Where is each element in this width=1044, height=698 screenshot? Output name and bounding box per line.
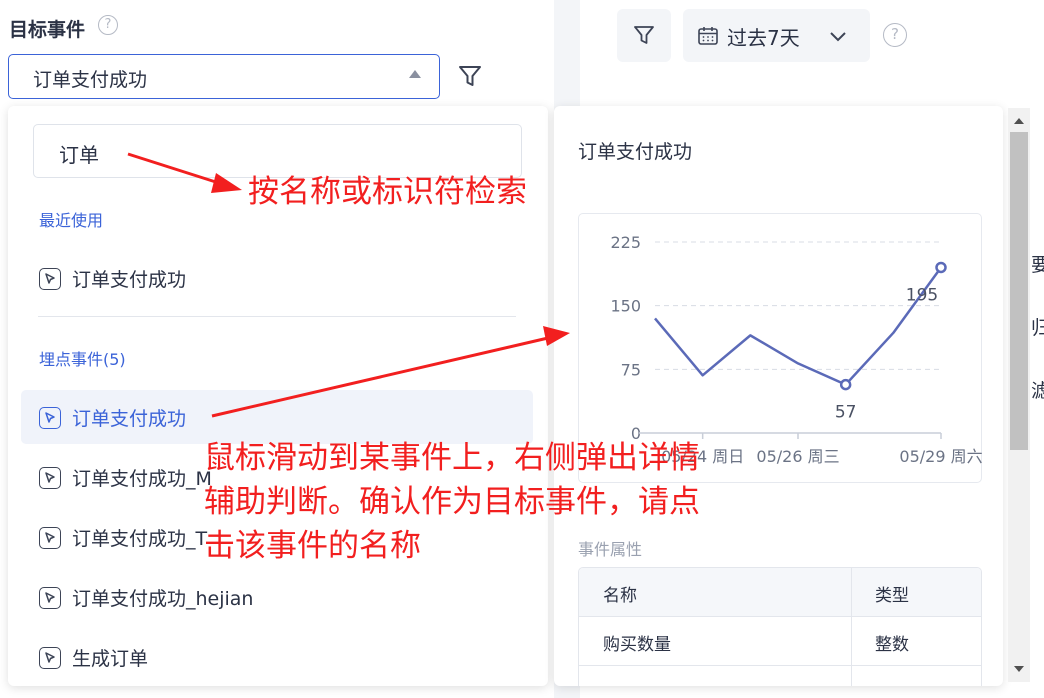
section-divider xyxy=(38,316,516,317)
event-detail-popover: 订单支付成功 225 150 75 0 05/24 周日 05/26 周三 05/29 周六… xyxy=(554,106,1003,686)
cursor-click-icon xyxy=(39,587,61,609)
cursor-click-icon xyxy=(39,268,61,290)
chevron-down-icon xyxy=(830,32,846,42)
date-range-select[interactable]: 过去7天 xyxy=(683,9,870,62)
header-cell-name: 名称 xyxy=(603,586,637,606)
cursor-click-icon xyxy=(39,467,61,489)
filter-button[interactable] xyxy=(617,9,671,62)
data-point xyxy=(839,378,852,391)
search-annotation: 按名称或标识符检索 xyxy=(248,174,527,210)
series-line xyxy=(654,266,943,386)
clipped-text: 滤 xyxy=(1031,380,1044,402)
event-item-label: 订单支付成功_M xyxy=(72,468,212,490)
event-item-label: 订单支付成功_T xyxy=(72,528,208,550)
calendar-icon xyxy=(698,27,718,45)
table-row: 购买数量 整数 xyxy=(579,617,981,666)
y-tick-label: 150 xyxy=(610,297,641,316)
cursor-click-icon xyxy=(39,527,61,549)
scroll-up-icon[interactable] xyxy=(1014,118,1024,124)
help-icon[interactable]: ? xyxy=(883,23,907,47)
y-tick-label: 75 xyxy=(621,360,641,379)
cell-type: 整数 xyxy=(875,635,909,655)
event-item-label: 订单支付成功 xyxy=(72,269,187,291)
cursor-click-icon xyxy=(39,647,61,669)
filter-icon[interactable] xyxy=(456,62,484,90)
table-header-row: 名称 类型 xyxy=(579,568,981,617)
recent-event-item[interactable]: 订单支付成功 xyxy=(21,251,533,305)
detail-title: 订单支付成功 xyxy=(578,141,693,163)
data-point xyxy=(935,261,947,274)
table-row xyxy=(579,666,981,686)
target-event-label: 目标事件 xyxy=(9,19,86,41)
data-label: 195 xyxy=(906,285,938,305)
tracked-event-item[interactable]: 订单支付成功_hejian xyxy=(21,570,533,624)
clipped-text: 要 xyxy=(1031,254,1044,276)
cursor-click-icon xyxy=(39,407,61,429)
y-tick-label: 225 xyxy=(610,233,641,252)
tracked-section-title: 埋点事件(5) xyxy=(39,350,126,369)
event-item-label: 生成订单 xyxy=(72,648,149,670)
annotation-line: 击该事件的名称 xyxy=(204,528,421,564)
props-table: 名称 类型 购买数量 整数 xyxy=(578,567,982,686)
event-item-label: 订单支付成功 xyxy=(72,408,187,430)
help-icon[interactable]: ? xyxy=(98,15,118,35)
x-tick-label: 05/26 周三 xyxy=(756,447,839,466)
clipped-text: 归 xyxy=(1031,317,1044,339)
tracked-event-item[interactable]: 生成订单 xyxy=(21,630,533,684)
scroll-thumb[interactable] xyxy=(1010,132,1028,450)
cell-name: 购买数量 xyxy=(603,635,671,655)
target-event-select[interactable]: 订单支付成功 xyxy=(8,54,440,99)
date-range-value: 过去7天 xyxy=(727,26,800,50)
data-label: 57 xyxy=(835,403,857,423)
header-cell-type: 类型 xyxy=(875,586,909,606)
search-value: 订单 xyxy=(59,143,99,167)
hover-annotation: 鼠标滑动到某事件上，右侧弹出详情 辅助判断。确认作为目标事件，请点 击该事件的名… xyxy=(204,436,700,568)
annotation-line: 辅助判断。确认作为目标事件，请点 xyxy=(204,484,700,520)
scrollbar[interactable] xyxy=(1008,108,1030,682)
scroll-down-icon[interactable] xyxy=(1014,666,1024,672)
filter-icon xyxy=(634,26,654,44)
x-tick-label: 05/29 周六 xyxy=(899,447,982,466)
selected-event-value: 订单支付成功 xyxy=(33,69,148,91)
event-item-label: 订单支付成功_hejian xyxy=(72,588,254,610)
recent-section-title: 最近使用 xyxy=(39,211,104,230)
caret-up-icon xyxy=(409,70,421,78)
annotation-line: 鼠标滑动到某事件上，右侧弹出详情 xyxy=(204,440,700,476)
